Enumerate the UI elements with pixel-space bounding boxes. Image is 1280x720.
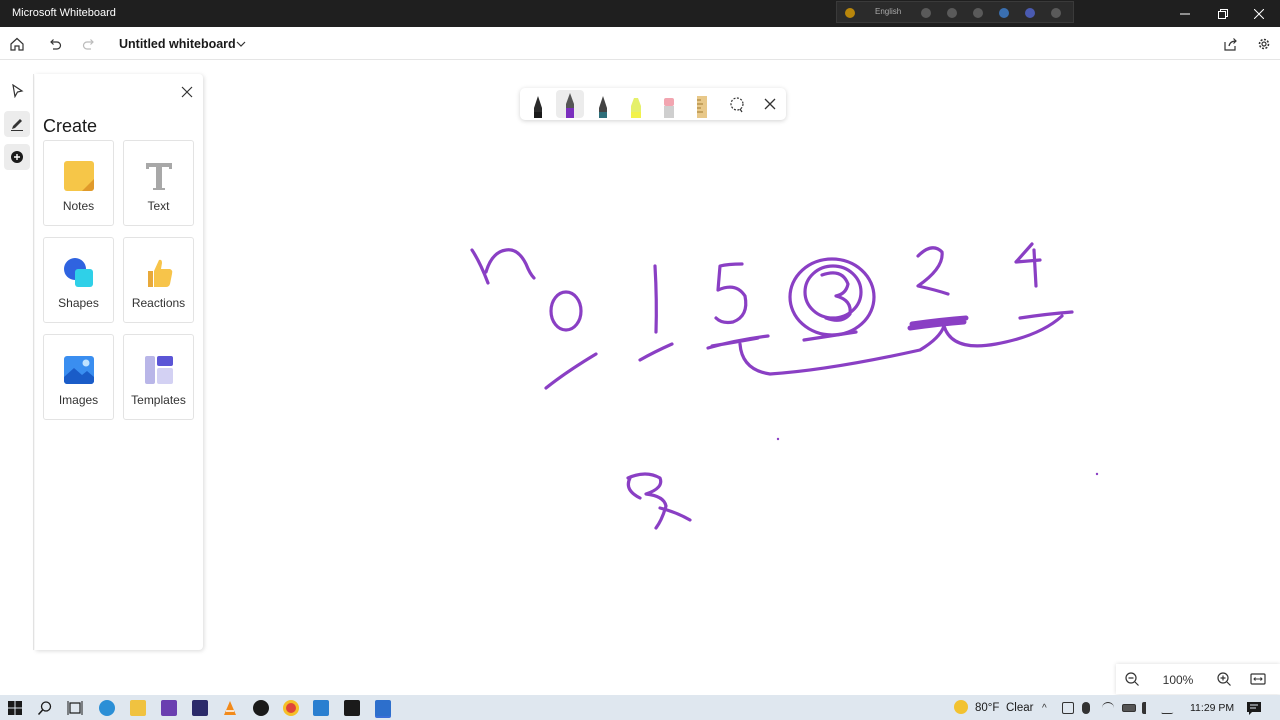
chevron-up-icon[interactable]: ^ [1042, 703, 1047, 714]
zoom-out-button[interactable] [1124, 671, 1140, 687]
ink-dash-2 [907, 315, 969, 331]
app-icon[interactable] [161, 700, 177, 716]
weather-temp[interactable]: 80°F [975, 702, 999, 714]
whiteboard-taskbar-icon[interactable] [375, 700, 391, 716]
pen-input-icon[interactable] [1160, 702, 1178, 714]
ink-dash-1 [638, 342, 674, 362]
ink-dash-5 [706, 334, 770, 350]
edge-taskbar-icon[interactable] [99, 700, 115, 716]
microphone-icon[interactable] [1082, 702, 1090, 714]
fit-to-screen-button[interactable] [1250, 671, 1266, 687]
zoom-in-icon [1217, 672, 1231, 686]
notification-icon [1247, 702, 1261, 715]
device-icon[interactable] [1062, 702, 1074, 714]
task-view-icon [67, 701, 83, 715]
notifications-button[interactable] [1246, 700, 1262, 716]
ink-dash-0 [544, 352, 598, 390]
terminal-icon[interactable] [344, 700, 360, 716]
taskbar: 80°F Clear ^ 11:29 PM [0, 695, 1280, 720]
wifi-icon[interactable] [1102, 702, 1114, 714]
search-button[interactable] [37, 700, 53, 716]
vscode-icon[interactable] [313, 700, 329, 716]
search-icon [37, 701, 52, 716]
ide-icon[interactable] [192, 700, 208, 716]
ink-dot [776, 437, 780, 441]
obs-icon[interactable] [253, 700, 269, 716]
fit-screen-icon [1250, 673, 1266, 685]
chrome-icon[interactable] [283, 700, 299, 716]
ink-digit-5 [714, 262, 748, 325]
ink-digit-2 [916, 246, 950, 296]
file-explorer-icon[interactable] [130, 700, 146, 716]
ink-stroke-n [470, 248, 536, 285]
volume-icon[interactable] [1142, 702, 1154, 714]
ink-arc [738, 314, 1064, 376]
start-button[interactable] [7, 700, 23, 716]
whiteboard-canvas[interactable] [0, 0, 1280, 720]
battery-icon[interactable] [1122, 704, 1136, 712]
clock-time[interactable]: 11:29 PM [1190, 702, 1234, 714]
ink-digit-4 [1014, 242, 1042, 288]
ink-digit-3 [820, 271, 852, 322]
vlc-icon[interactable] [222, 700, 238, 716]
ink-dash-4 [1018, 310, 1074, 320]
ink-digit-3-lower [626, 472, 692, 530]
task-view-button[interactable] [67, 700, 83, 716]
weather-condition[interactable]: Clear [1006, 702, 1033, 714]
moon-icon [954, 700, 968, 714]
ink-digit-0 [549, 290, 583, 332]
ink-digit-1 [653, 264, 658, 334]
zoom-in-button[interactable] [1216, 671, 1232, 687]
windows-icon [8, 701, 22, 715]
ink-dash-3 [802, 330, 858, 342]
zoom-out-icon [1125, 672, 1139, 686]
ink-dot [1095, 472, 1099, 476]
zoom-level: 100% [1162, 673, 1194, 687]
zoom-control: 100% [1116, 664, 1280, 694]
